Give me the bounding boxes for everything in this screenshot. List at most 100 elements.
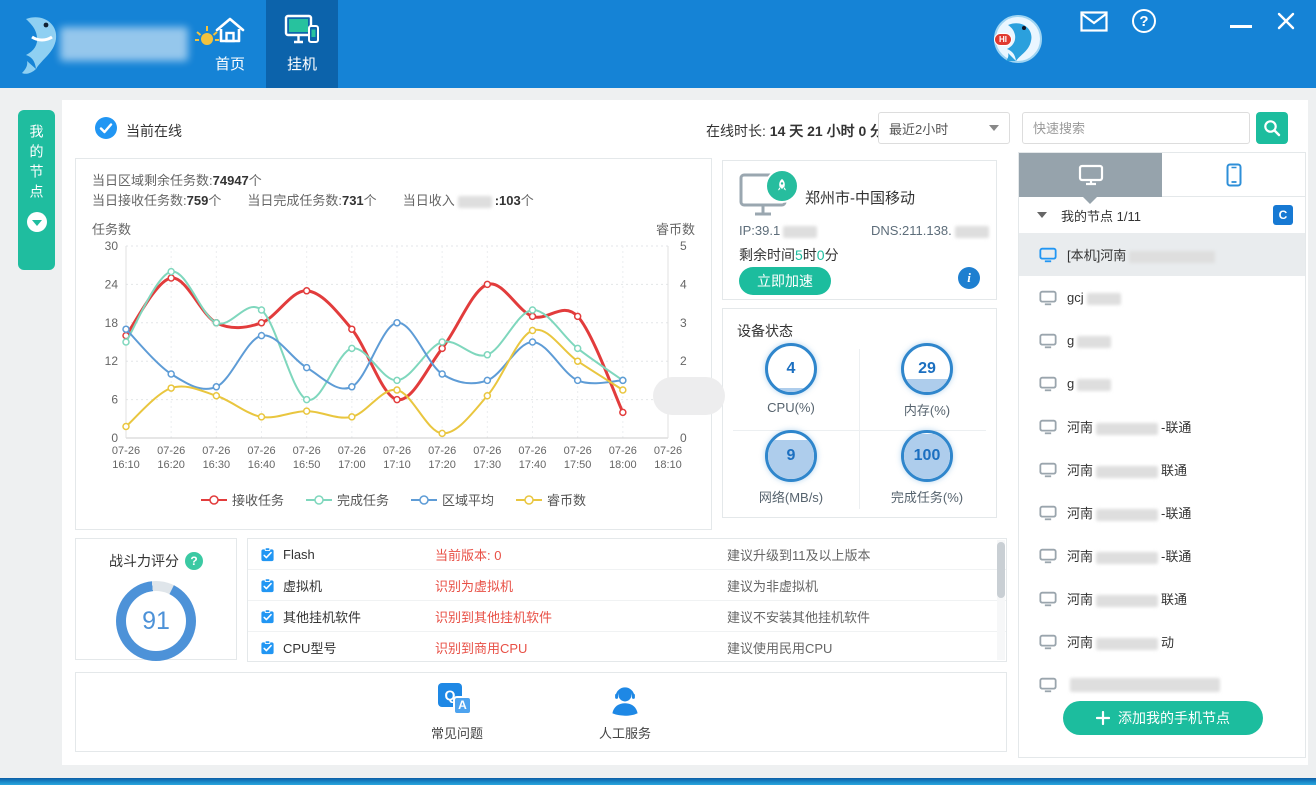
svg-text:6: 6 <box>111 393 118 407</box>
mail-icon <box>1080 11 1108 32</box>
app-brand <box>12 6 222 82</box>
refresh-nodes-button[interactable]: C <box>1273 205 1293 225</box>
node-monitor-icon <box>1039 333 1057 349</box>
node-item[interactable]: [本机]河南 <box>1019 233 1305 276</box>
svg-text:3: 3 <box>680 316 687 330</box>
checklist-icon <box>260 640 275 655</box>
mail-button[interactable] <box>1080 11 1108 32</box>
customer-service-link[interactable]: 人工服务 <box>599 683 651 742</box>
monitor-phone-icon <box>284 14 320 46</box>
tab-mobile-nodes[interactable] <box>1162 153 1305 197</box>
chart-card: 当日区域剩余任务数:74947个 当日接收任务数:759个当日完成任务数:731… <box>75 158 712 530</box>
svg-text:07-26: 07-26 <box>428 445 456 457</box>
search-icon <box>1263 119 1281 137</box>
svg-text:0: 0 <box>111 431 118 445</box>
node-monitor-icon <box>1039 677 1057 693</box>
main-tabs: 首页 挂机 <box>194 0 338 88</box>
dns-redacted <box>955 226 989 238</box>
svg-text:18: 18 <box>105 316 119 330</box>
check-row: Flash当前版本: 0建议升级到11及以上版本 <box>248 539 1006 570</box>
ip-label: IP:39.1 <box>739 223 820 238</box>
svg-text:18:00: 18:00 <box>609 459 637 471</box>
node-item[interactable]: 河南-联通 <box>1019 405 1305 448</box>
avatar[interactable]: HI <box>994 15 1042 63</box>
legend-item[interactable]: 接收任务 <box>201 490 284 509</box>
redacted-text <box>1096 595 1158 607</box>
smartphone-icon <box>1226 163 1242 187</box>
time-range-value: 最近2小时 <box>889 119 948 138</box>
gauge-circle: 29 <box>901 343 953 395</box>
info-icon[interactable]: i <box>958 267 980 289</box>
checks-scrollbar[interactable] <box>997 542 1005 598</box>
node-monitor-icon <box>1039 376 1057 392</box>
online-time-label: 在线时长: <box>706 123 766 139</box>
check-name: Flash <box>283 547 435 562</box>
node-item[interactable]: 河南联通 <box>1019 577 1305 620</box>
add-phone-node-button[interactable]: 添加我的手机节点 <box>1063 701 1263 735</box>
gauge-circle: 4 <box>765 343 817 395</box>
battle-score-title: 战斗力评分 <box>109 551 179 571</box>
node-item[interactable]: 河南联通 <box>1019 448 1305 491</box>
score-help-icon[interactable]: ? <box>185 552 203 570</box>
chevron-down-icon[interactable] <box>1037 212 1047 218</box>
node-label: 河南联通 <box>1067 589 1187 608</box>
node-label: 河南-联通 <box>1067 546 1191 565</box>
gauge-CPU(%): 4CPU(%) <box>723 343 859 430</box>
svg-text:16:20: 16:20 <box>157 459 185 471</box>
search-button[interactable] <box>1256 112 1288 144</box>
gauge-circle: 9 <box>765 430 817 482</box>
node-item[interactable]: gcj <box>1019 276 1305 319</box>
node-monitor-icon <box>1039 505 1057 521</box>
svg-text:17:20: 17:20 <box>428 459 456 471</box>
gauge-circle: 100 <box>901 430 953 482</box>
my-nodes-vertical-tab[interactable]: 我的节点 <box>18 110 55 270</box>
node-label <box>1067 677 1223 693</box>
tab-home[interactable]: 首页 <box>194 0 266 88</box>
boost-now-button[interactable]: 立即加速 <box>739 267 831 295</box>
battle-score-card: 战斗力评分 ? 91 <box>75 538 237 660</box>
legend-marker-icon <box>516 495 542 505</box>
legend-item[interactable]: 睿币数 <box>516 490 586 509</box>
svg-text:5: 5 <box>680 239 687 253</box>
node-group-header: 我的节点 1/11 C <box>1019 197 1305 233</box>
minimize-icon <box>1230 25 1252 28</box>
search-input[interactable] <box>1022 112 1250 144</box>
node-label: 河南动 <box>1067 632 1174 651</box>
my-nodes-vertical-label: 我的节点 <box>27 124 47 204</box>
redacted-text <box>1096 423 1158 435</box>
left-axis-title: 任务数 <box>92 219 131 238</box>
node-item[interactable]: 河南-联通 <box>1019 491 1305 534</box>
svg-text:30: 30 <box>105 239 119 253</box>
device-status-card: 设备状态 4CPU(%)29内存(%)9网络(MB/s)100完成任务(%) <box>722 308 997 518</box>
legend-item[interactable]: 完成任务 <box>306 490 389 509</box>
add-phone-node-label: 添加我的手机节点 <box>1118 708 1230 728</box>
chevron-down-icon <box>32 220 42 226</box>
daily-stat: 当日接收任务数:759个 <box>92 193 221 208</box>
device-monitor-icon <box>739 173 799 215</box>
close-button[interactable] <box>1276 11 1296 31</box>
svg-text:16:30: 16:30 <box>203 459 231 471</box>
node-item[interactable] <box>1019 663 1305 706</box>
check-issue: 识别到商用CPU <box>435 638 727 657</box>
faq-link[interactable]: Q A 常见问题 <box>431 683 483 742</box>
menu-button[interactable] <box>1180 12 1206 31</box>
collapse-circle <box>27 212 47 232</box>
time-range-select[interactable]: 最近2小时 <box>878 112 1010 144</box>
redacted-text <box>1077 379 1111 391</box>
legend-item[interactable]: 区域平均 <box>411 490 494 509</box>
svg-text:12: 12 <box>105 354 119 368</box>
tab-pc-nodes[interactable] <box>1019 153 1162 197</box>
system-checks-card: Flash当前版本: 0建议升级到11及以上版本虚拟机识别为虚拟机建议为非虚拟机… <box>247 538 1007 662</box>
help-button[interactable]: ? <box>1132 9 1156 33</box>
node-item[interactable]: 河南动 <box>1019 620 1305 663</box>
node-item[interactable]: g <box>1019 362 1305 405</box>
node-item[interactable]: g <box>1019 319 1305 362</box>
tab-hangup[interactable]: 挂机 <box>266 0 338 88</box>
minimize-button[interactable] <box>1230 15 1252 28</box>
node-item[interactable]: 河南-联通 <box>1019 534 1305 577</box>
node-monitor-icon <box>1039 634 1057 650</box>
redacted-text <box>1129 251 1215 263</box>
legend-marker-icon <box>411 495 437 505</box>
node-group-label: 我的节点 1/11 <box>1061 206 1273 225</box>
svg-text:17:10: 17:10 <box>383 459 411 471</box>
